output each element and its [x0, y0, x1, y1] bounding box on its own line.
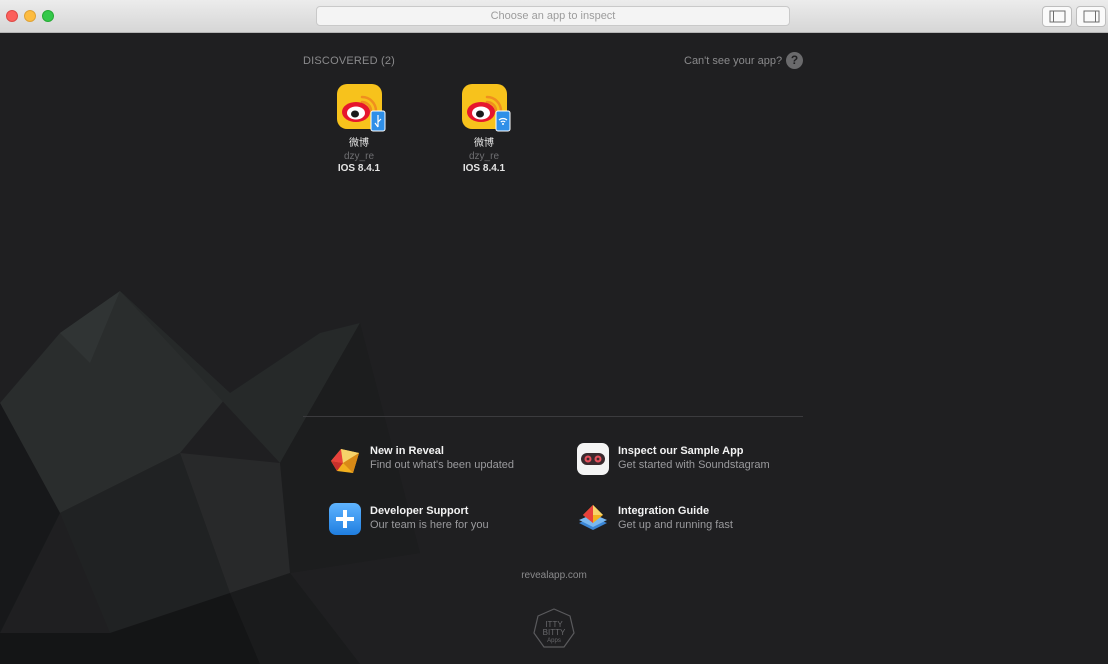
minimize-window-button[interactable]	[24, 10, 36, 22]
link-subtitle: Get started with Soundstagram	[618, 459, 770, 471]
svg-text:Apps: Apps	[547, 638, 561, 644]
device-name: dzy_re	[468, 151, 499, 162]
reveal-logo-icon	[331, 449, 359, 473]
link-subtitle: Our team is here for you	[370, 519, 489, 531]
app-selector-field[interactable]: Choose an app to inspect	[316, 6, 790, 26]
cant-see-app-link[interactable]: Can't see your app?	[684, 55, 782, 67]
toggle-right-sidebar-button[interactable]	[1076, 6, 1106, 27]
itty-bitty-apps-logo[interactable]: ITTY BITTY Apps	[532, 607, 576, 651]
discovered-app-wifi[interactable]: 微博 dzy_re IOS 8.4.1	[444, 83, 524, 175]
os-version: IOS 8.4.1	[337, 163, 381, 174]
close-window-button[interactable]	[6, 10, 18, 22]
sample-app-link[interactable]: Inspect our Sample App Get started with …	[577, 443, 817, 479]
section-divider	[303, 416, 803, 417]
title-bar: Choose an app to inspect	[0, 0, 1108, 33]
svg-text:BITTY: BITTY	[543, 628, 566, 637]
usb-icon	[374, 115, 382, 128]
new-in-reveal-link[interactable]: New in Reveal Find out what's been updat…	[329, 443, 569, 479]
plus-icon	[329, 503, 361, 535]
developer-support-link[interactable]: Developer Support Our team is here for y…	[329, 503, 569, 539]
link-title: New in Reveal	[370, 445, 444, 457]
right-sidebar-icon	[1083, 10, 1100, 23]
link-subtitle: Find out what's been updated	[370, 459, 514, 471]
discovered-heading: DISCOVERED (2)	[303, 55, 396, 67]
integration-guide-icon	[579, 505, 607, 530]
toggle-left-sidebar-button[interactable]	[1042, 6, 1072, 27]
link-subtitle: Get up and running fast	[618, 519, 733, 531]
left-sidebar-icon	[1049, 10, 1066, 23]
soundstagram-icon	[577, 443, 609, 475]
wifi-icon	[498, 117, 508, 125]
link-title: Inspect our Sample App	[618, 445, 744, 457]
discovered-app-usb[interactable]: 微博 dzy_re IOS 8.4.1	[319, 83, 399, 175]
link-title: Developer Support	[370, 505, 469, 517]
app-name: 微博	[349, 138, 369, 149]
weibo-app-icon	[336, 83, 386, 132]
zoom-window-button[interactable]	[42, 10, 54, 22]
website-link[interactable]: revealapp.com	[0, 570, 1108, 581]
integration-guide-link[interactable]: Integration Guide Get up and running fas…	[577, 503, 817, 539]
device-name: dzy_re	[343, 151, 374, 162]
os-version: IOS 8.4.1	[462, 163, 506, 174]
weibo-app-icon	[461, 83, 511, 132]
help-icon[interactable]: ?	[786, 52, 803, 69]
app-name: 微博	[474, 138, 494, 149]
welcome-panel: DISCOVERED (2) Can't see your app? ? 微博 …	[0, 33, 1108, 664]
link-title: Integration Guide	[618, 505, 710, 517]
